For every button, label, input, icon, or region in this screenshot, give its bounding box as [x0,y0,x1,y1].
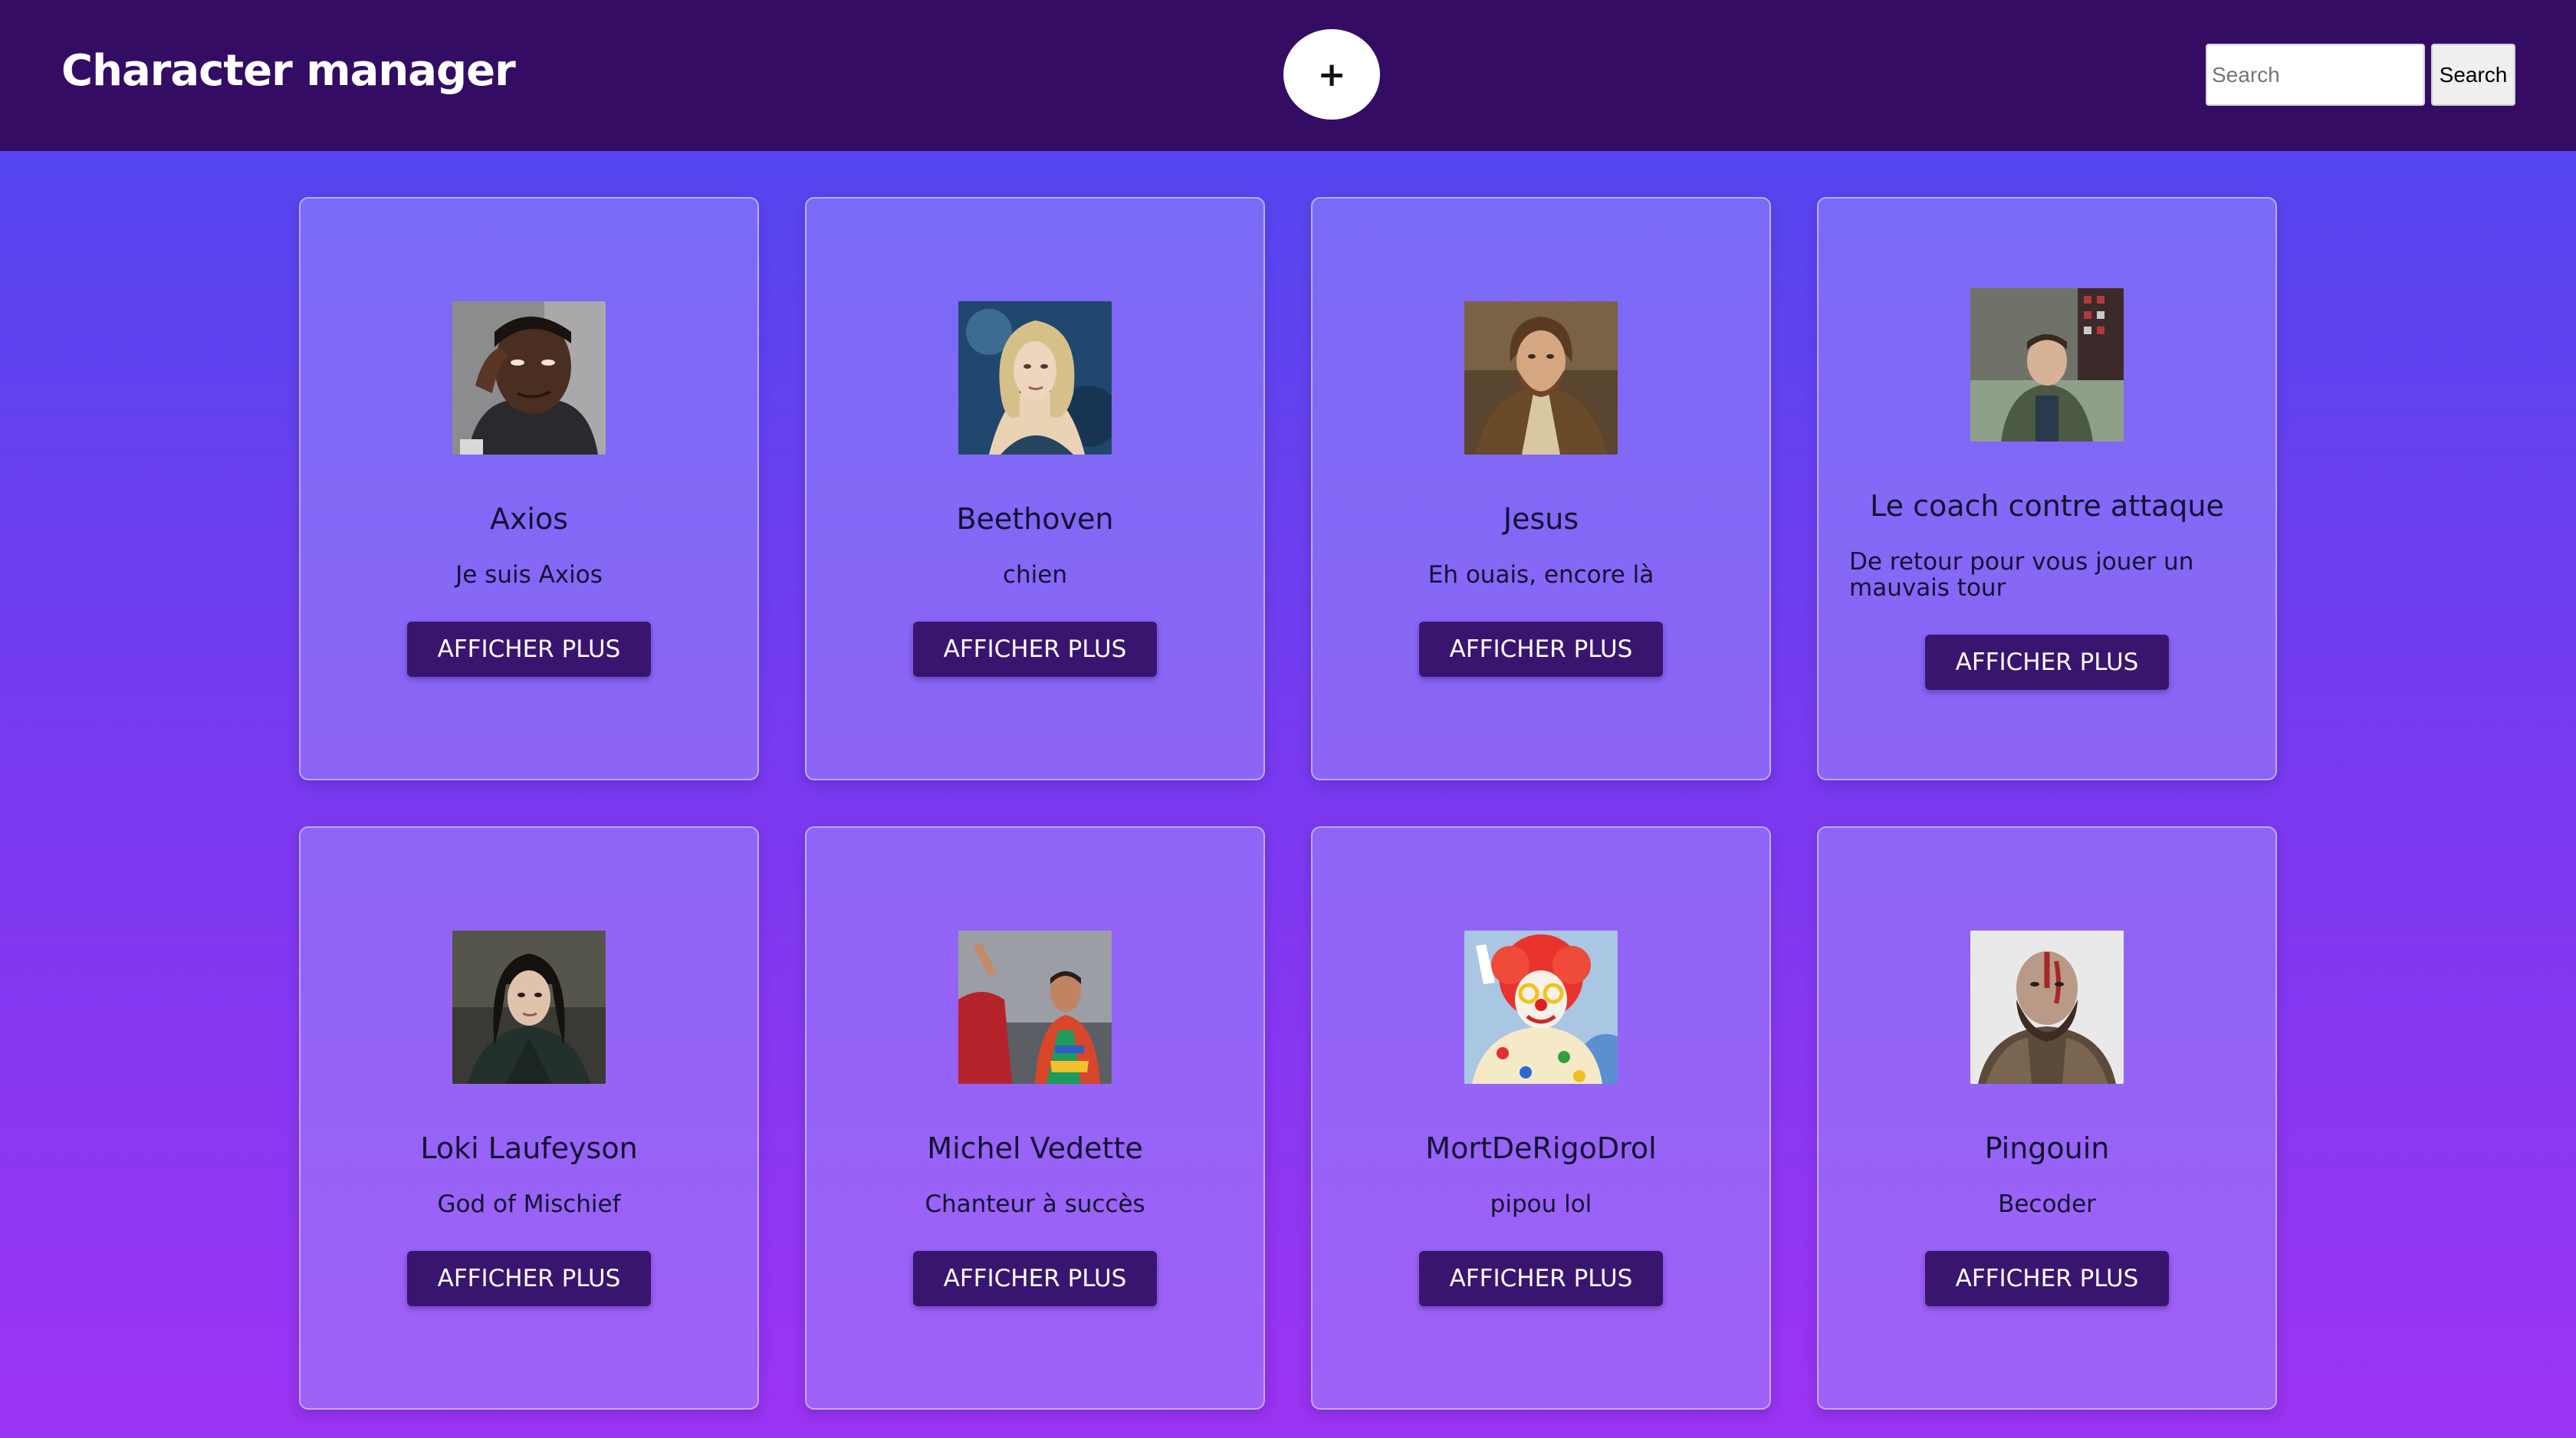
character-card: Jesus Eh ouais, encore là AFFICHER PLUS [1311,197,1771,780]
meme-man-photo-icon [452,300,606,455]
character-avatar [1464,930,1618,1084]
show-more-button[interactable]: AFFICHER PLUS [913,1250,1157,1306]
character-name: Loki Laufeyson [420,1131,638,1165]
bearded-warrior-photo-icon [1970,930,2124,1084]
character-grid: Axios Je suis Axios AFFICHER PLUS Beetho… [299,197,2277,1410]
robed-man-photo-icon [1464,300,1618,455]
character-name: Pingouin [1984,1131,2110,1165]
character-description: Je suis Axios [455,560,603,589]
show-more-button[interactable]: AFFICHER PLUS [1419,1250,1663,1306]
character-name: Jesus [1503,501,1579,536]
character-avatar [958,930,1112,1084]
show-more-button[interactable]: AFFICHER PLUS [913,621,1157,677]
character-card: Pingouin Becoder AFFICHER PLUS [1817,826,2277,1410]
character-description: chien [1002,560,1068,589]
dark-haired-man-photo-icon [452,930,606,1084]
character-name: Beethoven [956,501,1114,536]
add-character-button[interactable]: + [1283,29,1380,120]
show-more-button[interactable]: AFFICHER PLUS [1925,1250,2169,1306]
character-description: pipou lol [1490,1190,1592,1218]
character-avatar [452,300,606,455]
character-avatar [1970,930,2124,1084]
search-button[interactable]: Search [2431,44,2515,106]
character-description: De retour pour vous jouer un mauvais tou… [1849,547,2194,602]
character-description: Chanteur à succès [925,1190,1145,1218]
character-description: God of Mischief [437,1190,621,1218]
character-card: MortDeRigoDrol pipou lol AFFICHER PLUS [1311,826,1771,1410]
character-avatar [452,930,606,1084]
character-card: Michel Vedette Chanteur à succès AFFICHE… [805,826,1265,1410]
blonde-woman-photo-icon [958,300,1112,455]
show-more-button[interactable]: AFFICHER PLUS [407,1250,651,1306]
character-name: Michel Vedette [927,1131,1143,1165]
show-more-button[interactable]: AFFICHER PLUS [407,621,651,677]
character-name: Axios [489,501,569,536]
character-card: Le coach contre attaque De retour pour v… [1817,197,2277,780]
character-name: MortDeRigoDrol [1425,1131,1657,1165]
character-description: Becoder [1998,1190,2096,1218]
character-card: Beethoven chien AFFICHER PLUS [805,197,1265,780]
character-card: Loki Laufeyson God of Mischief AFFICHER … [299,826,759,1410]
search-input[interactable] [2206,44,2425,106]
man-in-chair-photo-icon [1970,287,2124,442]
character-avatar [1970,287,2124,442]
character-avatar [958,300,1112,455]
show-more-button[interactable]: AFFICHER PLUS [1419,621,1663,677]
character-card: Axios Je suis Axios AFFICHER PLUS [299,197,759,780]
top-bar: Character manager + Search [0,0,2576,151]
app-title: Character manager [61,46,516,96]
show-more-button[interactable]: AFFICHER PLUS [1925,634,2169,690]
character-name: Le coach contre attaque [1870,488,2224,523]
character-description: Eh ouais, encore là [1428,560,1654,589]
clown-photo-icon [1464,930,1618,1084]
character-avatar [1464,300,1618,455]
singer-stage-photo-icon [958,930,1112,1084]
